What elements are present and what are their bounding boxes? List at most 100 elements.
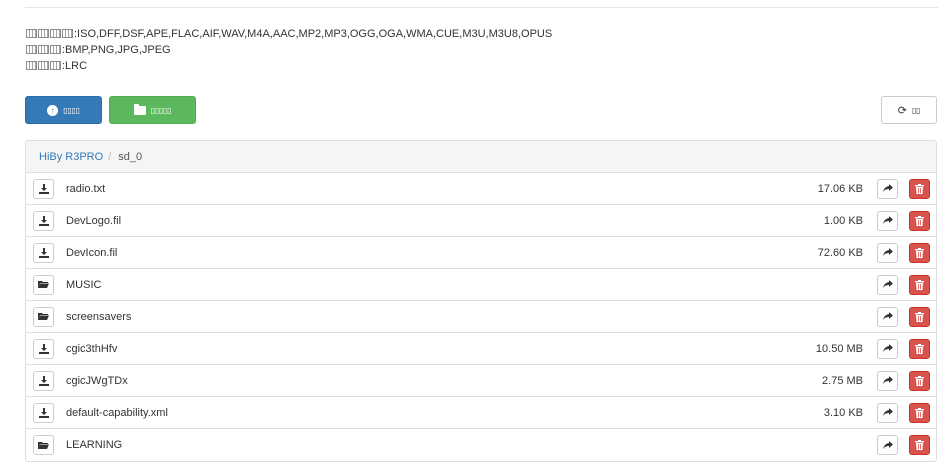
download-icon [38,247,49,258]
download-icon [38,215,49,226]
delete-button[interactable] [909,338,930,359]
delete-button[interactable] [909,242,930,263]
audio-formats-line: :ISO,DFF,DSF,APE,FLAC,AIF,WAV,M4A,AAC,MP… [26,26,552,42]
download-button[interactable] [33,210,54,231]
delete-button[interactable] [909,306,930,327]
share-arrow-icon [882,216,893,225]
audio-formats-text: :ISO,DFF,DSF,APE,FLAC,AIF,WAV,M4A,AAC,MP… [74,28,553,40]
move-button[interactable] [877,435,898,455]
lyrics-formats-line: :LRC [26,58,552,74]
share-arrow-icon [882,408,893,417]
new-folder-button[interactable]: ▯▯▯▯▯ [109,96,196,124]
open-folder-button[interactable] [33,274,54,295]
share-arrow-icon [882,440,893,449]
file-row[interactable]: cgic3thHfv 10.50 MB [26,333,936,365]
item-name[interactable]: DevIcon.fil [66,247,117,259]
item-size: 1.00 KB [823,214,863,227]
item-size: 2.75 MB [822,374,863,387]
breadcrumb-root-link[interactable]: HiBy R3PRO [39,151,103,163]
upload-button[interactable]: ↑ ▯▯▯▯ [25,96,102,124]
move-button[interactable] [877,306,898,327]
upload-circle-icon: ↑ [47,104,59,116]
trash-icon [915,247,924,258]
move-button[interactable] [877,210,898,231]
trash-icon [915,183,924,194]
folder-row[interactable]: LEARNING [26,429,936,461]
item-name[interactable]: radio.txt [66,183,105,195]
item-name[interactable]: default-capability.xml [66,407,168,419]
refresh-button[interactable]: ⟳ ▯▯ [881,96,937,124]
folder-open-icon [38,281,49,288]
share-arrow-icon [882,344,893,353]
open-folder-button[interactable] [33,435,54,455]
download-button[interactable] [33,370,54,391]
open-folder-button[interactable] [33,306,54,327]
file-row[interactable]: DevLogo.fil 1.00 KB [26,205,936,237]
upload-button-label: ▯▯▯▯ [63,105,80,115]
breadcrumb: HiBy R3PRO / sd_0 [26,141,936,173]
folder-open-icon [38,313,49,320]
download-button[interactable] [33,402,54,423]
item-name[interactable]: DevLogo.fil [66,215,121,227]
item-name[interactable]: LEARNING [66,439,122,451]
download-icon [38,183,49,194]
refresh-button-label: ▯▯ [912,105,921,115]
supported-formats: :ISO,DFF,DSF,APE,FLAC,AIF,WAV,M4A,AAC,MP… [26,26,552,74]
image-formats-text: :BMP,PNG,JPG,JPEG [62,44,171,56]
image-formats-line: :BMP,PNG,JPG,JPEG [26,42,552,58]
folder-row[interactable]: MUSIC [26,269,936,301]
move-button[interactable] [877,402,898,423]
item-size: 72.60 KB [817,246,863,259]
delete-button[interactable] [909,210,930,231]
download-button[interactable] [33,178,54,199]
item-name[interactable]: MUSIC [66,279,101,291]
file-row[interactable]: default-capability.xml 3.10 KB [26,397,936,429]
top-divider [25,7,938,8]
share-arrow-icon [882,280,893,289]
file-row[interactable]: DevIcon.fil 72.60 KB [26,237,936,269]
share-arrow-icon [882,184,893,193]
move-button[interactable] [877,338,898,359]
folder-row[interactable]: screensavers [26,301,936,333]
file-row[interactable]: cgicJWgTDx 2.75 MB [26,365,936,397]
item-name[interactable]: cgicJWgTDx [66,375,128,387]
download-icon [38,343,49,354]
trash-icon [915,375,924,386]
trash-icon [915,407,924,418]
label-glyphs [26,60,62,72]
item-name[interactable]: cgic3thHfv [66,343,117,355]
label-glyphs [26,44,62,56]
item-name[interactable]: screensavers [66,311,131,323]
label-glyphs [26,28,74,40]
breadcrumb-current: sd_0 [118,150,143,163]
share-arrow-icon [882,248,893,257]
trash-icon [915,215,924,226]
breadcrumb-separator: / [108,150,112,163]
move-button[interactable] [877,274,898,295]
delete-button[interactable] [909,435,930,455]
file-list: radio.txt 17.06 KB DevLogo.fil 1.00 KB DevIc… [26,173,936,461]
item-size: 10.50 MB [815,342,863,355]
folder-open-icon [38,441,49,449]
delete-button[interactable] [909,370,930,391]
file-browser-panel: HiBy R3PRO / sd_0 radio.txt 17.06 KB DevLo… [25,140,937,462]
trash-icon [915,343,924,354]
file-row[interactable]: radio.txt 17.06 KB [26,173,936,205]
download-button[interactable] [33,338,54,359]
move-button[interactable] [877,242,898,263]
download-button[interactable] [33,242,54,263]
trash-icon [915,440,924,450]
delete-button[interactable] [909,274,930,295]
move-button[interactable] [877,178,898,199]
item-size: 17.06 KB [817,182,863,195]
trash-icon [915,311,924,322]
lyrics-formats-text: :LRC [62,60,88,72]
trash-icon [915,279,924,290]
delete-button[interactable] [909,178,930,199]
delete-button[interactable] [909,402,930,423]
folder-icon [133,103,146,115]
download-icon [38,407,49,418]
new-folder-button-label: ▯▯▯▯▯ [150,105,172,115]
refresh-icon: ⟳ [897,104,907,117]
move-button[interactable] [877,370,898,391]
